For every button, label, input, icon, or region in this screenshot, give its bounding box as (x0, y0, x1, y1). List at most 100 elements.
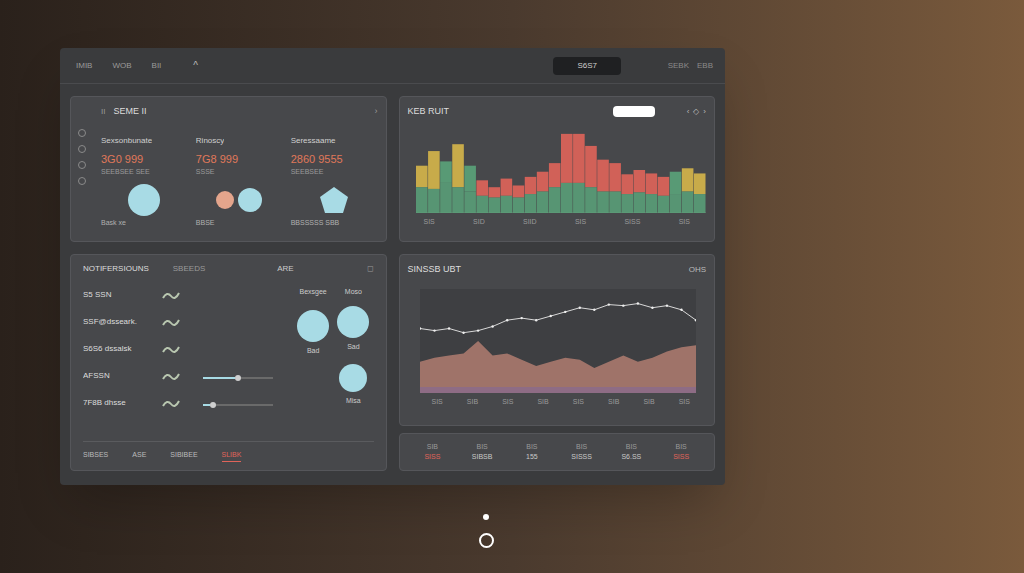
slider[interactable] (203, 377, 273, 379)
notification-label: S6S6 dssalsk (83, 343, 161, 355)
table-column: BISSISS (656, 442, 706, 463)
pentagon-icon (319, 186, 349, 214)
pager-dot[interactable] (483, 514, 489, 520)
footer-tab[interactable]: SIBSES (83, 450, 108, 462)
axis-tick: SIS (575, 217, 586, 228)
pager-ring[interactable] (479, 533, 494, 548)
device-icon (161, 370, 181, 382)
gauge-circle (297, 310, 329, 342)
histogram-bar (609, 163, 621, 213)
histogram-bar (488, 187, 500, 213)
slider[interactable] (203, 404, 273, 406)
stat-sub: SEEBSEE SEE (101, 167, 150, 178)
notification-row[interactable]: S6S6 dssalsk (83, 341, 203, 357)
histogram-bar (500, 178, 512, 212)
trend-line (420, 303, 696, 332)
stat-note: BBSE (196, 218, 215, 229)
table-cell: SIBSB (472, 452, 493, 463)
histogram-bar (657, 176, 669, 212)
trend-point (651, 306, 653, 308)
stat-note: Bask xe (101, 218, 126, 229)
notifications-menu[interactable]: ◻ (367, 263, 374, 275)
histogram-title: KEB RUIT (408, 105, 450, 119)
notifications-card: NOTIFERSIOUNSSBEEDSARE◻S5 SSNSSF@dsseark… (70, 254, 387, 471)
toolbar-tab[interactable]: BII (148, 60, 166, 72)
toolbar-tab[interactable]: IMIB (72, 60, 96, 72)
column-header: SIB (427, 442, 438, 453)
notification-label: AFSSN (83, 370, 161, 382)
trend-point (505, 319, 507, 321)
gauge-caption: Bad (307, 346, 319, 357)
histogram-bar (573, 133, 585, 212)
axis-tick: SIS (502, 397, 513, 408)
summary-card: IISEME II›Sexsonbunate3G0 999SEEBSEE SEE… (70, 96, 387, 242)
gauge-circle (337, 306, 369, 338)
histogram-bar (693, 173, 705, 213)
footer-tab[interactable]: ASE (132, 450, 146, 462)
chart-control[interactable]: › (703, 106, 706, 118)
gauge-label: Bexsgee (300, 287, 327, 298)
trend-action[interactable]: OHS (689, 264, 706, 276)
table-column: BISSISSS (557, 442, 607, 463)
footer-tab[interactable]: SLIBK (222, 450, 242, 463)
histogram-bar (548, 163, 560, 213)
column-header: ARE (277, 263, 293, 275)
stat-value: 2860 9555 (291, 151, 343, 168)
side-icon (78, 161, 86, 169)
stat-value: 3G0 999 (101, 151, 143, 168)
summary-menu[interactable]: › (375, 105, 378, 119)
column-header: BIS (576, 442, 587, 453)
table-cell: SISS (673, 452, 689, 463)
histogram-bar (464, 165, 476, 212)
tooltip (613, 106, 655, 117)
histogram-bar (524, 176, 536, 212)
histogram-bar (561, 133, 573, 212)
caret-button[interactable]: ^ (193, 58, 198, 73)
notification-row[interactable]: S5 SSN (83, 287, 203, 303)
slider-fill (203, 377, 235, 379)
axis-tick: SIB (467, 397, 478, 408)
trend-card: SINSSB UBTOHSSISSIBSISSIBSISSIBSIBSIS (399, 254, 716, 426)
footer-tab[interactable]: SIBIBEE (170, 450, 197, 462)
notification-row[interactable]: SSF@dsseark. (83, 314, 203, 330)
axis-tick: SIB (537, 397, 548, 408)
axis-tick: SIB (608, 397, 619, 408)
gauge-circle (128, 184, 160, 216)
device-icon (161, 343, 181, 355)
trend-point (433, 329, 435, 331)
notification-label: S5 SSN (83, 289, 161, 301)
notification-row[interactable]: AFSSN (83, 368, 203, 384)
dashboard-panel: IMIBWOBBII^S6S7SEBKEBBIISEME II›Sexsonbu… (60, 48, 725, 485)
trend-point (462, 331, 464, 333)
table-column: BIS155 (507, 442, 557, 463)
trend-point (491, 325, 493, 327)
histogram-bar (452, 144, 464, 213)
slider-thumb[interactable] (235, 375, 241, 381)
trend-point (535, 319, 537, 321)
histogram-bar (512, 185, 524, 213)
toolbar-tab[interactable]: WOB (108, 60, 135, 72)
histogram-bar (669, 171, 681, 212)
primary-button[interactable]: S6S7 (553, 57, 621, 75)
chart-control[interactable]: ‹ (687, 106, 690, 118)
table-cell: 155 (526, 452, 538, 463)
histogram-bar (597, 159, 609, 212)
histogram-bar (440, 161, 452, 213)
toolbar-action[interactable]: EBB (697, 60, 713, 72)
axis-tick: SIS (573, 397, 584, 408)
stat-sub: SEEBSEE (291, 167, 324, 178)
column-header: BIS (526, 442, 537, 453)
table-column: BISSIBSB (457, 442, 507, 463)
toolbar-action[interactable]: SEBK (668, 60, 689, 72)
chart-control[interactable]: ◇ (693, 106, 699, 118)
notification-row[interactable]: 7F8B dhsse (83, 395, 203, 411)
stat-note: BBSSSSS SBB (291, 218, 340, 229)
slider-thumb[interactable] (210, 402, 216, 408)
axis-tick: SISS (624, 217, 640, 228)
axis-tick: SIS (424, 217, 435, 228)
trend-point (549, 314, 551, 316)
stat-sub: SSSE (196, 167, 215, 178)
histogram-bar (681, 168, 693, 213)
trend-point (622, 304, 624, 306)
stat-value: 7G8 999 (196, 151, 238, 168)
